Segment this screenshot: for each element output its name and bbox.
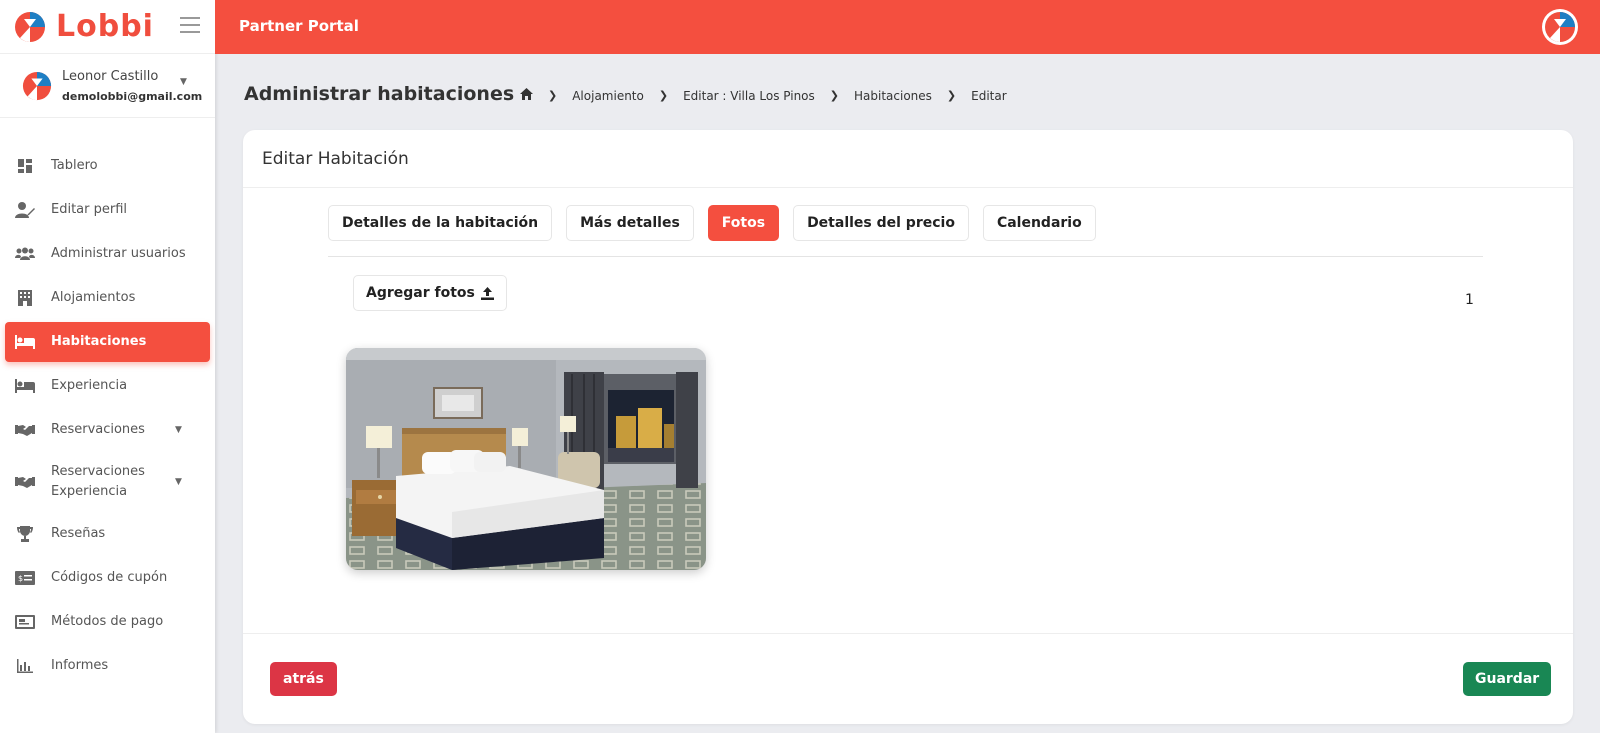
handshake-icon	[14, 421, 36, 439]
trophy-icon	[14, 525, 36, 543]
caret-down-icon[interactable]: ▼	[180, 77, 187, 87]
sidebar-item-label: Alojamientos	[51, 290, 136, 305]
avatar	[22, 71, 52, 100]
building-icon	[14, 289, 36, 307]
sidebar-item-codigos-de-cupon[interactable]: $ Códigos de cupón	[5, 558, 210, 598]
label-line-2: Experiencia	[51, 484, 128, 499]
breadcrumb-link[interactable]: Habitaciones	[854, 89, 932, 103]
tab-bar: Detalles de la habitación Más detalles F…	[328, 205, 1483, 257]
sidebar-item-administrar-usuarios[interactable]: Administrar usuarios	[5, 234, 210, 274]
sidebar-item-label: Administrar usuarios	[51, 246, 186, 261]
payment-icon	[14, 613, 36, 631]
tab-room-details[interactable]: Detalles de la habitación	[328, 205, 553, 241]
sidebar-item-label: Reseñas	[51, 526, 106, 541]
sidebar-item-reservaciones-experiencia[interactable]: Reservaciones Experiencia ▼	[5, 454, 210, 510]
sidebar-item-label: Códigos de cupón	[51, 570, 168, 585]
sidebar-item-label: Informes	[51, 658, 109, 673]
chevron-right-icon: ❯	[946, 89, 957, 102]
sidebar-item-label: Reservaciones Experiencia	[51, 462, 145, 502]
breadcrumb: ❯ Alojamiento ❯ Editar : Villa Los Pinos…	[520, 88, 1007, 103]
chevron-right-icon: ❯	[548, 89, 558, 102]
breadcrumb-link[interactable]: Editar : Villa Los Pinos	[683, 89, 815, 103]
sidebar-item-metodos-de-pago[interactable]: Métodos de pago	[5, 602, 210, 642]
room-photo[interactable]	[346, 348, 706, 570]
sidebar-item-label: Reservaciones	[51, 422, 145, 437]
home-icon[interactable]	[520, 88, 533, 103]
sidebar-item-reservaciones[interactable]: Reservaciones ▼	[5, 410, 210, 450]
back-button[interactable]: atrás	[270, 662, 337, 696]
edit-room-card: Editar Habitación Detalles de la habitac…	[243, 130, 1573, 724]
brand: Lobbi	[0, 0, 215, 54]
tab-more-details[interactable]: Más detalles	[566, 205, 694, 241]
sidebar-item-label: Habitaciones	[51, 334, 147, 349]
handshake-icon	[14, 473, 36, 491]
user-edit-icon	[14, 201, 36, 219]
tab-photos[interactable]: Fotos	[707, 205, 780, 241]
sidebar-item-experiencia[interactable]: Experiencia	[5, 366, 210, 406]
brand-name[interactable]: Lobbi	[56, 9, 154, 44]
sidebar-item-habitaciones[interactable]: Habitaciones	[5, 322, 210, 362]
user-email: demolobbi@gmail.com	[62, 89, 203, 103]
sidebar-nav: Tablero Editar perfil Administrar usuari…	[0, 146, 215, 686]
sidebar-item-tablero[interactable]: Tablero	[5, 146, 210, 186]
sidebar-item-label: Editar perfil	[51, 202, 128, 217]
portal-title: Partner Portal	[239, 17, 359, 35]
bar-chart-icon	[14, 657, 36, 675]
sidebar-item-label: Métodos de pago	[51, 614, 164, 629]
caret-down-icon: ▼	[175, 425, 182, 435]
card-footer: atrás Guardar	[243, 633, 1573, 724]
sidebar-item-informes[interactable]: Informes	[5, 646, 210, 686]
sidebar-item-editar-perfil[interactable]: Editar perfil	[5, 190, 210, 230]
chevron-right-icon: ❯	[658, 89, 669, 102]
caret-down-icon: ▼	[175, 477, 182, 487]
users-icon	[14, 245, 36, 263]
chevron-right-icon: ❯	[829, 89, 839, 102]
save-button[interactable]: Guardar	[1463, 662, 1552, 696]
breadcrumb-link[interactable]: Alojamiento	[572, 89, 644, 103]
dashboard-icon	[14, 157, 36, 175]
breadcrumb-current: Editar	[971, 88, 1007, 103]
menu-toggle-icon[interactable]	[180, 17, 200, 38]
svg-text:$: $	[18, 574, 23, 583]
add-photos-button[interactable]: Agregar fotos	[353, 275, 507, 311]
sidebar-item-label: Experiencia	[51, 378, 128, 393]
tab-calendar[interactable]: Calendario	[982, 205, 1096, 241]
sidebar-item-label: Tablero	[51, 158, 98, 173]
tab-price-details[interactable]: Detalles del precio	[793, 205, 969, 241]
sidebar: Lobbi Leonor Castillo demolobbi@gmail.co…	[0, 0, 215, 733]
page-title: Administrar habitaciones	[244, 83, 515, 105]
sidebar-item-resenas[interactable]: Reseñas	[5, 514, 210, 554]
user-profile[interactable]: Leonor Castillo demolobbi@gmail.com ▼	[0, 54, 215, 118]
lobbi-logo-icon[interactable]	[14, 11, 46, 43]
avatar[interactable]	[1542, 9, 1578, 45]
topbar: Partner Portal	[215, 0, 1600, 54]
coupon-icon: $	[14, 569, 36, 587]
sidebar-item-alojamientos[interactable]: Alojamientos	[5, 278, 210, 318]
bed-icon	[14, 333, 36, 351]
add-photos-label: Agregar fotos	[366, 285, 475, 301]
photo-count: 1	[1465, 292, 1474, 308]
card-title: Editar Habitación	[243, 130, 1573, 188]
label-line-1: Reservaciones	[51, 464, 145, 479]
bed-icon	[14, 377, 36, 395]
upload-icon	[480, 286, 494, 300]
